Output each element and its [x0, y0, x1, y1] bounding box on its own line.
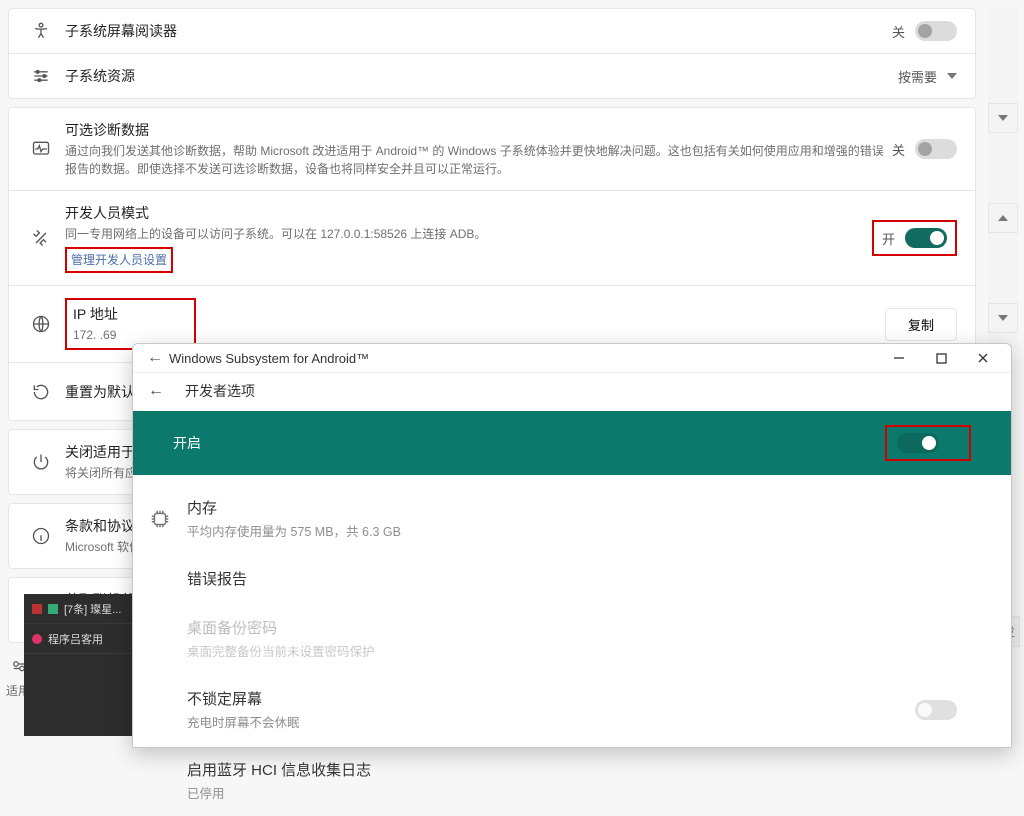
- info-icon: [27, 526, 55, 546]
- state-label: 开: [882, 229, 895, 248]
- diagnostics-toggle[interactable]: [915, 139, 957, 159]
- taskbar-app-1[interactable]: [7条] 璨星...: [24, 594, 132, 624]
- expand-chevron-3[interactable]: [988, 303, 1018, 333]
- devmode-toggle[interactable]: [905, 228, 947, 248]
- title: 开发人员模式: [65, 203, 872, 223]
- desc: 桌面完整备份当前未设置密码保护: [187, 641, 957, 660]
- sliders-icon: [27, 66, 55, 86]
- tools-icon: [27, 228, 55, 248]
- title: 内存: [187, 497, 957, 518]
- row-bugreport[interactable]: 错误报告: [187, 554, 957, 603]
- select-value: 按需要: [898, 67, 937, 86]
- row-diagnostics: 可选诊断数据 通过向我们发送其他诊断数据，帮助 Microsoft 改进适用于 …: [9, 108, 975, 190]
- expand-chevron-1[interactable]: [988, 103, 1018, 133]
- ip-value: 172. .69: [73, 326, 118, 344]
- title: 启用蓝牙 HCI 信息收集日志: [187, 759, 957, 780]
- devmode-link[interactable]: 管理开发人员设置: [71, 251, 167, 268]
- chevron-down-icon: [947, 73, 957, 79]
- title: 桌面备份密码: [187, 617, 957, 638]
- subheader: ← 开发者选项: [133, 373, 1011, 411]
- row-resources[interactable]: 子系统资源 按需要: [9, 53, 975, 98]
- row-stay-awake[interactable]: 不锁定屏幕 充电时屏幕不会休眠: [187, 674, 957, 745]
- titlebar: ← Windows Subsystem for Android™: [133, 344, 1011, 373]
- taskbar-app-2[interactable]: 程序吕客用: [24, 624, 132, 654]
- row-screen-reader: 子系统屏幕阅读器 关: [9, 9, 975, 53]
- accessibility-icon: [27, 21, 55, 41]
- copy-button[interactable]: 复制: [885, 308, 957, 341]
- expand-chevron-2[interactable]: [988, 203, 1018, 233]
- title: IP 地址: [73, 304, 118, 324]
- titlebar-back-icon[interactable]: ←: [141, 349, 169, 367]
- title: 不锁定屏幕: [187, 688, 915, 709]
- row-memory[interactable]: 内存 平均内存使用量为 575 MB，共 6.3 GB: [187, 483, 957, 554]
- maximize-button[interactable]: [921, 344, 961, 372]
- highlight-devmode-toggle: 开: [872, 220, 957, 256]
- desc: 同一专用网络上的设备可以访问子系统。可以在 127.0.0.1:58526 上连…: [65, 225, 872, 243]
- heartbeat-icon: [27, 139, 55, 159]
- chip-icon: [149, 508, 171, 530]
- desc: 充电时屏幕不会休眠: [187, 712, 915, 731]
- android-window: ← Windows Subsystem for Android™ ← 开发者选项…: [132, 343, 1012, 748]
- master-toggle-label: 开启: [173, 433, 201, 453]
- stay-awake-toggle[interactable]: [915, 700, 957, 720]
- title: 子系统资源: [65, 66, 898, 86]
- resources-select[interactable]: 按需要: [898, 67, 957, 86]
- row-bt-hci[interactable]: 启用蓝牙 HCI 信息收集日志 已停用: [187, 745, 957, 816]
- master-toggle-bar: 开启: [133, 411, 1011, 475]
- minimize-button[interactable]: [879, 344, 919, 372]
- taskbar-snippet: [7条] 璨星... 程序吕客用: [24, 594, 132, 736]
- back-arrow-icon[interactable]: ←: [145, 382, 167, 400]
- state-label: 关: [892, 140, 905, 159]
- master-toggle[interactable]: [897, 433, 939, 453]
- row-devmode: 开发人员模式 同一专用网络上的设备可以访问子系统。可以在 127.0.0.1:5…: [9, 190, 975, 285]
- state-label: 关: [892, 22, 905, 41]
- desc: 平均内存使用量为 575 MB，共 6.3 GB: [187, 521, 957, 540]
- globe-icon: [27, 314, 55, 334]
- screen-reader-toggle[interactable]: [915, 21, 957, 41]
- window-title: Windows Subsystem for Android™: [169, 351, 369, 366]
- close-button[interactable]: [963, 344, 1003, 372]
- power-icon: [27, 452, 55, 472]
- reset-icon: [27, 382, 55, 402]
- desc: 已停用: [187, 783, 957, 802]
- subheader-title: 开发者选项: [185, 381, 255, 401]
- highlight-devmode-link: 管理开发人员设置: [65, 247, 173, 273]
- outer-panel-peek: [988, 8, 1018, 348]
- title: 错误报告: [187, 568, 957, 589]
- title: 可选诊断数据: [65, 120, 892, 140]
- highlight-master-toggle: [885, 425, 971, 461]
- title: 子系统屏幕阅读器: [65, 21, 892, 41]
- row-backup-pwd: 桌面备份密码 桌面完整备份当前未设置密码保护: [187, 603, 957, 674]
- desc: 通过向我们发送其他诊断数据，帮助 Microsoft 改进适用于 Android…: [65, 142, 892, 178]
